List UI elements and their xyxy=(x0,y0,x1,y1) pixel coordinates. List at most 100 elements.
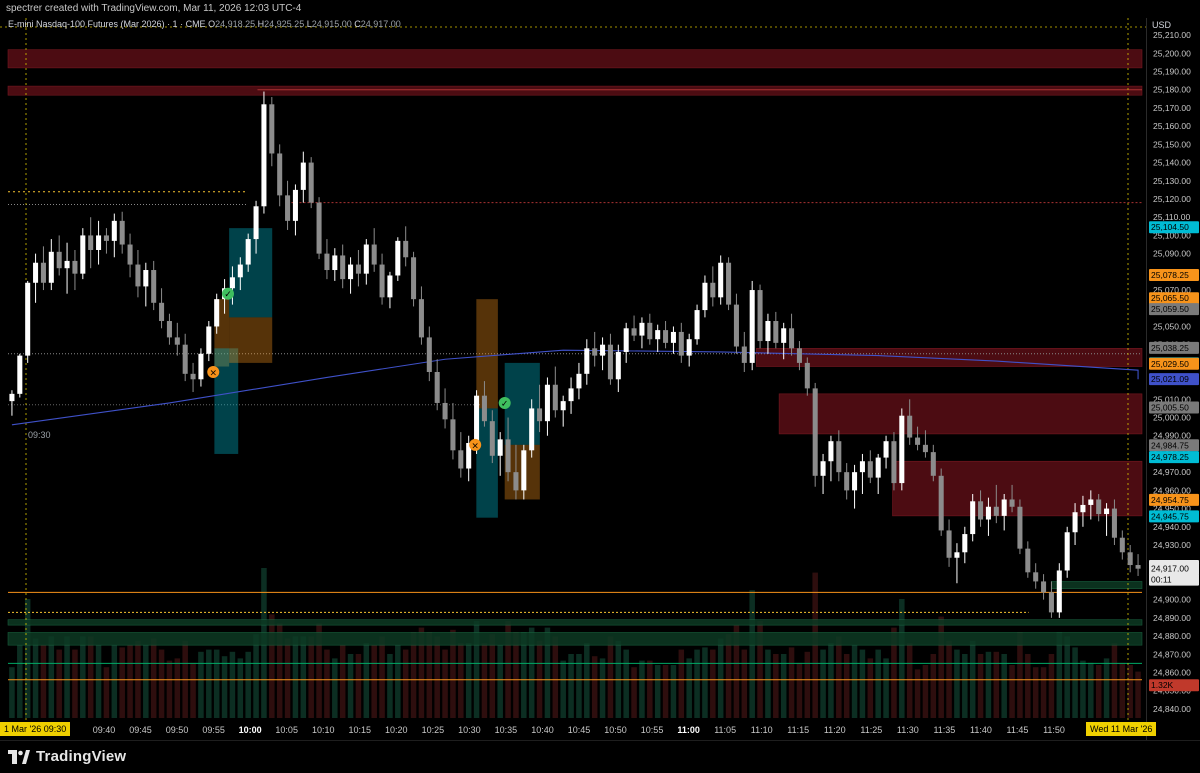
chart-canvas[interactable]: × ✓ × ✓ xyxy=(0,18,1146,740)
candle-body xyxy=(781,328,787,343)
volume-bar xyxy=(647,660,653,718)
time-tick-label: 11:40 xyxy=(970,725,992,735)
candle-body xyxy=(1033,572,1039,582)
candle xyxy=(174,322,180,356)
candle-body xyxy=(741,346,747,363)
candle xyxy=(198,348,204,387)
caption-bar: spectrer created with TradingView.com, M… xyxy=(0,0,1200,18)
volume-bar xyxy=(867,658,874,718)
price-tick-label: 25,110.00 xyxy=(1153,212,1190,222)
candle xyxy=(9,390,15,416)
candle-body xyxy=(48,251,54,283)
ohlc-value: 24,925.25 xyxy=(264,19,305,29)
candle xyxy=(269,97,275,167)
candle-body xyxy=(663,330,669,343)
volume-bar xyxy=(292,636,299,718)
candle-body xyxy=(954,552,960,558)
candle xyxy=(1135,554,1141,576)
time-tick-label: 11:45 xyxy=(1007,725,1029,735)
volume-bar xyxy=(284,638,291,718)
price-tick-label: 25,190.00 xyxy=(1153,67,1191,77)
exit-marker-glyph: × xyxy=(471,441,479,451)
price-tag-label: 25,029.50 xyxy=(1151,359,1189,369)
candle xyxy=(403,226,409,267)
candle-body xyxy=(103,235,109,241)
candle xyxy=(859,453,865,495)
price-tick-label: 24,840.00 xyxy=(1153,704,1191,714)
ohlc-key: H xyxy=(255,19,265,29)
candle-body xyxy=(749,290,755,363)
candle xyxy=(678,322,684,363)
volume-bar xyxy=(1111,643,1118,718)
candle xyxy=(552,366,558,418)
candle-body xyxy=(64,260,70,269)
price-tag-label: 24,954.75 xyxy=(1151,495,1189,505)
candle xyxy=(151,260,157,311)
candle-body xyxy=(1009,499,1015,507)
candle-body xyxy=(261,104,267,207)
candle-body xyxy=(1096,499,1102,515)
price-axis[interactable]: 25,210.00 25,200.00 25,190.00 25,180.00 25,1… xyxy=(1146,18,1200,740)
candle-body xyxy=(1056,570,1062,613)
volume-bar xyxy=(741,649,748,718)
price-tick-label: 25,090.00 xyxy=(1153,249,1191,259)
supply-zone xyxy=(7,49,1143,69)
candle xyxy=(324,239,330,280)
candle xyxy=(450,402,456,460)
candle-body xyxy=(253,206,259,240)
candle-body xyxy=(174,337,180,345)
volume-bar xyxy=(363,643,370,718)
tradingview-logo[interactable]: TradingView xyxy=(8,748,126,765)
price-tick-label: 24,990.00 xyxy=(1153,431,1191,441)
candle-body xyxy=(726,262,732,305)
candle-body xyxy=(1048,592,1054,613)
candle-body xyxy=(1119,537,1125,553)
candle-body xyxy=(198,353,204,380)
candle xyxy=(726,257,732,311)
candle-body xyxy=(576,373,582,389)
time-tick-label: 11:00 xyxy=(677,725,700,735)
volume-bar xyxy=(1009,665,1015,718)
candle xyxy=(875,453,881,495)
candle-body xyxy=(615,351,621,380)
candle xyxy=(804,357,810,396)
candle-body xyxy=(584,348,590,374)
volume-bar xyxy=(17,645,23,718)
candle-body xyxy=(757,290,763,342)
volume-bar xyxy=(899,599,905,718)
candle-body xyxy=(151,270,157,303)
volume-bar xyxy=(1064,636,1070,718)
candle-body xyxy=(88,235,94,250)
volume-bar xyxy=(670,665,677,718)
entry-marker-glyph: ✓ xyxy=(224,290,232,300)
candle xyxy=(702,275,708,318)
time-tick-label: 10:25 xyxy=(422,725,445,735)
candle xyxy=(363,239,369,285)
volume-bar xyxy=(1135,671,1141,718)
volume-bar xyxy=(87,636,94,718)
candle xyxy=(600,337,606,371)
candle xyxy=(387,271,393,309)
volume-bar xyxy=(481,643,488,718)
volume-bar xyxy=(9,667,15,718)
currency-label[interactable]: USD xyxy=(1152,20,1171,30)
candle-body xyxy=(852,472,858,491)
volume-bar xyxy=(560,660,566,718)
demand-zone xyxy=(7,632,1143,646)
volume-bar xyxy=(119,647,125,718)
price-tick-label: 24,890.00 xyxy=(1153,613,1191,623)
time-axis[interactable]: 09:40 09:45 09:50 09:55 10:00 10:05 10:10 10:15… xyxy=(0,720,1146,740)
candle xyxy=(166,313,172,345)
candle xyxy=(891,432,897,491)
volume-bar xyxy=(458,643,464,718)
volume-bar xyxy=(332,658,338,718)
candle xyxy=(655,324,661,352)
symbol-legend[interactable]: E-mini Nasdaq-100 Futures (Mar 2026) · 1… xyxy=(8,19,401,29)
ohlc-value: 24,917.00 xyxy=(360,19,401,29)
candle xyxy=(718,255,724,305)
time-tick-label: 11:10 xyxy=(751,725,773,735)
candle-body xyxy=(647,322,653,340)
candle-body xyxy=(560,401,566,411)
symbol-title[interactable]: E-mini Nasdaq-100 Futures (Mar 2026) · 1… xyxy=(8,19,206,29)
candle-body xyxy=(978,501,984,520)
